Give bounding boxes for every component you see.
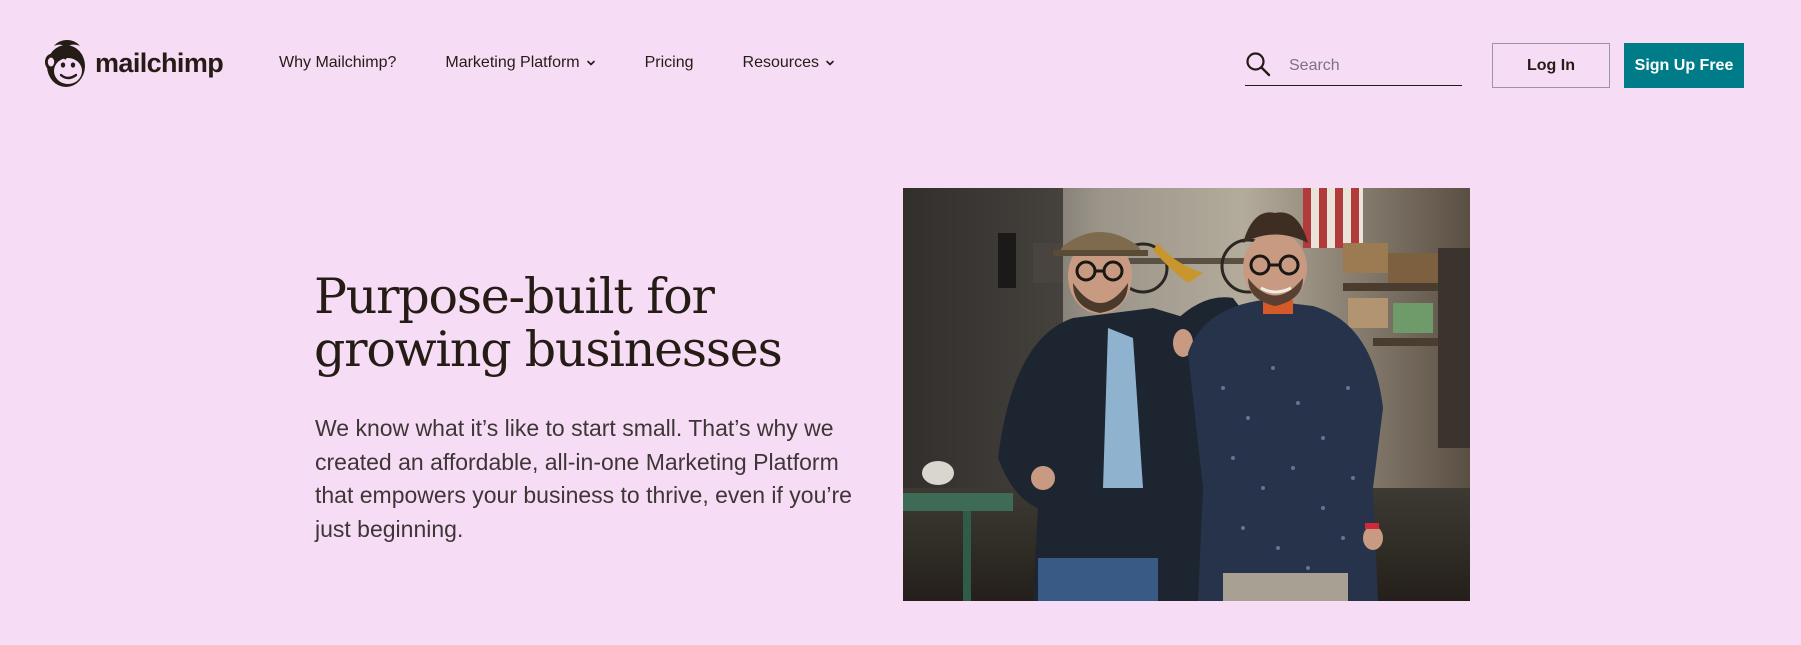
nav-label: Resources — [742, 54, 820, 71]
hero-description: We know what it’s like to start small. T… — [315, 415, 852, 542]
nav-resources[interactable]: Resources — [743, 54, 835, 72]
hero-photo-illustration — [903, 188, 1470, 601]
site-header: mailchimp Why Mailchimp? Marketing Platf… — [0, 0, 1801, 130]
freddie-monkey-icon — [45, 40, 85, 87]
nav-marketing-platform[interactable]: Marketing Platform — [445, 54, 595, 72]
nav-pricing[interactable]: Pricing — [645, 54, 694, 72]
main-nav: Why Mailchimp? Marketing Platform Pricin… — [279, 54, 884, 72]
nav-label: Pricing — [644, 54, 694, 71]
search-bar — [1245, 48, 1462, 86]
hero-title-line-2: growing businesses — [314, 321, 783, 378]
log-in-button[interactable]: Log In — [1492, 43, 1610, 88]
hero-photo — [903, 188, 1470, 601]
hero-title-line-1: Purpose-built for — [314, 268, 715, 325]
logo-wordmark: mailchimp — [95, 47, 224, 78]
chevron-down-icon — [826, 60, 834, 66]
chevron-down-icon — [586, 60, 595, 66]
mailchimp-logo[interactable]: mailchimp — [42, 38, 224, 90]
search-icon[interactable] — [1245, 51, 1271, 77]
nav-label: Why Mailchimp? — [279, 54, 397, 71]
hero-title: Purpose-built for growing businesses — [314, 270, 834, 376]
sign-up-free-button[interactable]: Sign Up Free — [1624, 43, 1744, 88]
search-input[interactable] — [1289, 56, 1449, 75]
nav-why-mailchimp[interactable]: Why Mailchimp? — [279, 54, 396, 72]
nav-label: Marketing Platform — [445, 54, 580, 71]
